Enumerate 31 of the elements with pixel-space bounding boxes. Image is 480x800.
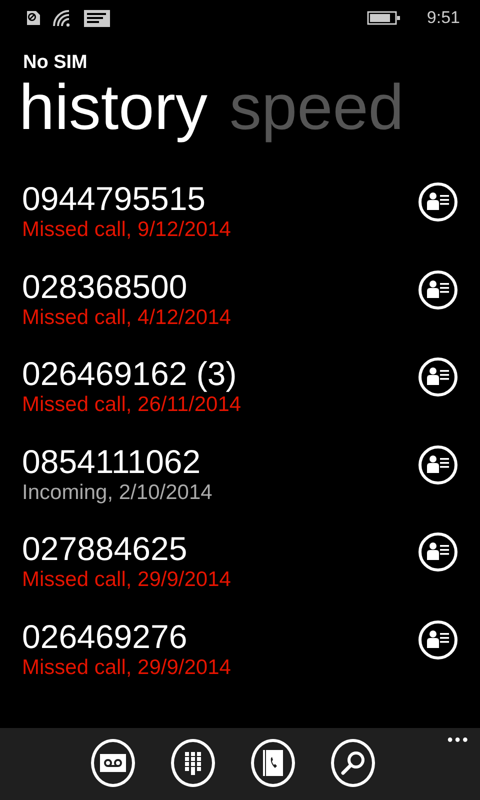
clock-time: 9:51 xyxy=(426,8,460,28)
contact-details-icon[interactable] xyxy=(418,532,458,572)
phone-number[interactable]: 027884625 xyxy=(22,530,418,568)
phone-number[interactable]: 028368500 xyxy=(22,268,418,306)
keypad-button[interactable] xyxy=(171,739,216,787)
sim-icon xyxy=(24,9,42,27)
phone-number[interactable]: 026469276 xyxy=(22,618,418,656)
call-detail: Missed call, 9/12/2014 xyxy=(22,218,232,242)
voicemail-button[interactable] xyxy=(91,739,136,787)
phone-book-icon xyxy=(263,750,284,776)
call-detail: Missed call, 4/12/2014 xyxy=(22,306,232,330)
search-button[interactable] xyxy=(331,739,376,787)
contact-details-icon[interactable] xyxy=(418,270,458,310)
contacts-button[interactable] xyxy=(251,739,296,787)
call-detail: Missed call, 26/11/2014 xyxy=(22,393,242,417)
battery-icon xyxy=(366,11,401,25)
search-icon xyxy=(340,750,366,776)
contact-details-icon[interactable] xyxy=(418,444,458,484)
phone-number[interactable]: 0944795515 xyxy=(22,180,418,218)
keypad-icon xyxy=(184,751,202,775)
phone-number[interactable]: 026469162 (3) xyxy=(22,355,418,393)
contact-details-icon[interactable] xyxy=(418,357,458,397)
more-button[interactable]: ••• xyxy=(447,732,470,750)
call-detail: Missed call, 29/9/2014 xyxy=(22,568,232,592)
call-detail: Missed call, 29/9/2014 xyxy=(22,656,232,680)
call-detail: Incoming, 2/10/2014 xyxy=(22,480,214,504)
message-icon xyxy=(84,9,110,27)
phone-number[interactable]: 0854111062 xyxy=(22,442,418,480)
contact-details-icon[interactable] xyxy=(418,620,458,660)
contact-details-icon[interactable] xyxy=(418,182,458,222)
voicemail-icon xyxy=(100,754,126,772)
